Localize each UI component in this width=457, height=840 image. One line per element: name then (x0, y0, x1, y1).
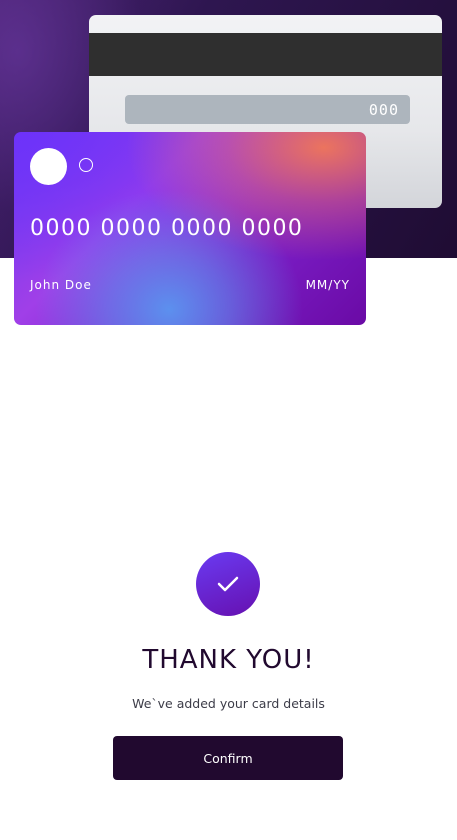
card-number: 0000 0000 0000 0000 (30, 216, 304, 241)
cardholder-name: John Doe (30, 278, 92, 292)
card-logo-outline-circle (79, 158, 93, 172)
check-icon (217, 576, 239, 592)
confirm-button[interactable]: Confirm (113, 736, 343, 780)
card-expiry: MM/YY (305, 278, 350, 292)
card-cvc: 000 (368, 101, 399, 119)
success-title: THANK YOU! (142, 645, 315, 675)
cvc-strip: 000 (125, 95, 410, 124)
card-logo-filled-circle (30, 148, 67, 185)
success-badge (196, 552, 260, 616)
card-front: 0000 0000 0000 0000 John Doe MM/YY (14, 132, 366, 325)
magnetic-stripe (89, 33, 442, 76)
success-message: We`ve added your card details (132, 696, 325, 711)
